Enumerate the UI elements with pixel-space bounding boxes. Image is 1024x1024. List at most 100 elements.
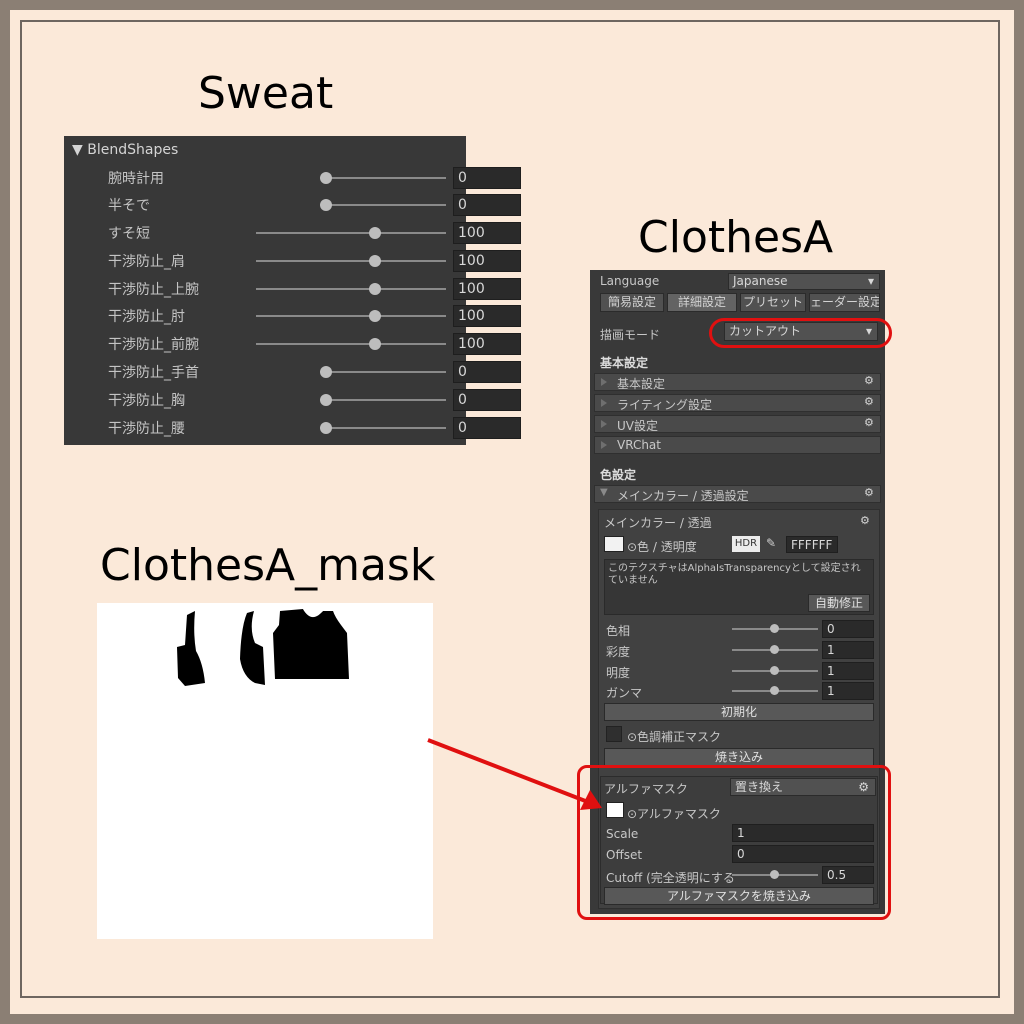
blendshape-slider[interactable]: [326, 177, 446, 179]
gear-icon[interactable]: ⚙: [864, 487, 874, 498]
hue-field[interactable]: 0: [822, 620, 874, 638]
brightness-field[interactable]: 1: [822, 662, 874, 680]
slider-knob[interactable]: [320, 172, 332, 184]
blendshape-row: 干渉防止_肩 100: [64, 248, 521, 274]
blendshape-label: 腕時計用: [108, 171, 164, 187]
blendshape-row: 干渉防止_肘 100: [64, 303, 521, 329]
blendshape-value[interactable]: 0: [453, 361, 521, 383]
slider-knob[interactable]: [369, 283, 381, 295]
slider-knob[interactable]: [770, 645, 779, 654]
sweat-title: Sweat: [198, 68, 334, 119]
autofix-button[interactable]: 自動修正: [808, 594, 870, 612]
blendshape-slider[interactable]: [326, 204, 446, 206]
blendshape-label: 干渉防止_肩: [108, 254, 185, 270]
basic-settings-foldout[interactable]: 基本設定 ⚙: [594, 373, 881, 391]
blendshape-slider[interactable]: [326, 427, 446, 429]
main-color-foldout[interactable]: ▼ メインカラー / 透過設定 ⚙: [594, 485, 881, 503]
expand-arrow-icon: [601, 378, 607, 386]
tab-preset[interactable]: プリセット: [740, 293, 806, 312]
expand-arrow-icon: [601, 441, 607, 449]
slider-knob[interactable]: [369, 310, 381, 322]
vrchat-foldout[interactable]: VRChat: [594, 436, 881, 454]
slider-knob[interactable]: [369, 255, 381, 267]
blendshape-label: 干渉防止_前腕: [108, 337, 199, 353]
blendshapes-foldout[interactable]: ▼ BlendShapes: [72, 142, 178, 158]
blendshape-slider[interactable]: [326, 371, 446, 373]
uv-settings-foldout[interactable]: UV設定 ⚙: [594, 415, 881, 433]
slider-knob[interactable]: [320, 366, 332, 378]
blendshape-value[interactable]: 0: [453, 167, 521, 189]
gamma-label: ガンマ: [606, 686, 643, 700]
clothes-title: ClothesA: [638, 212, 834, 263]
gear-icon[interactable]: ⚙: [864, 375, 874, 386]
blendshape-value[interactable]: 0: [453, 194, 521, 216]
annotation-arrow-icon: [427, 738, 602, 810]
blendshape-value[interactable]: 100: [453, 333, 521, 355]
blendshape-value[interactable]: 0: [453, 389, 521, 411]
slider-knob[interactable]: [320, 422, 332, 434]
bake-button[interactable]: 焼き込み: [604, 748, 874, 766]
expand-arrow-icon: [601, 399, 607, 407]
blendshape-value[interactable]: 100: [453, 305, 521, 327]
blendshape-row: 干渉防止_腰 0: [64, 415, 521, 441]
tab-advanced[interactable]: 詳細設定: [667, 293, 737, 312]
saturation-field[interactable]: 1: [822, 641, 874, 659]
blendshape-label: 干渉防止_腰: [108, 421, 185, 437]
blendshape-label: 干渉防止_上腕: [108, 282, 199, 298]
mask-title: ClothesA_mask: [100, 540, 436, 591]
slider-knob[interactable]: [770, 666, 779, 675]
foldout-arrow-icon: ▼: [72, 142, 83, 158]
gear-icon[interactable]: ⚙: [864, 417, 874, 428]
blendshape-slider[interactable]: [256, 232, 446, 234]
expand-arrow-icon: [601, 420, 607, 428]
blendshape-slider[interactable]: [256, 288, 446, 290]
slider-knob[interactable]: [320, 394, 332, 406]
blendshape-label: 干渉防止_手首: [108, 365, 199, 381]
blendshapes-header: BlendShapes: [87, 142, 179, 158]
blendshape-value[interactable]: 100: [453, 250, 521, 272]
saturation-label: 彩度: [606, 645, 631, 659]
reset-button[interactable]: 初期化: [604, 703, 874, 721]
blendshape-slider[interactable]: [256, 343, 446, 345]
foldout-label: 基本設定: [617, 377, 666, 391]
render-mode-label: 描画モード: [600, 328, 661, 342]
mask-shapes: [177, 609, 349, 686]
blendshape-label: すそ短: [108, 226, 150, 242]
gear-icon[interactable]: ⚙: [860, 515, 870, 526]
blendshape-slider[interactable]: [256, 315, 446, 317]
texture-thumbnail[interactable]: [604, 536, 624, 552]
collapse-arrow-icon: ▼: [600, 487, 608, 498]
chevron-down-icon: ▾: [867, 274, 874, 288]
foldout-label: VRChat: [617, 438, 661, 452]
hue-label: 色相: [606, 624, 631, 638]
render-mode-highlight: [709, 318, 892, 348]
slider-knob[interactable]: [770, 686, 779, 695]
blendshape-slider[interactable]: [256, 260, 446, 262]
slider-knob[interactable]: [369, 227, 381, 239]
gear-icon[interactable]: ⚙: [864, 396, 874, 407]
gamma-field[interactable]: 1: [822, 682, 874, 700]
color-settings-header: 色設定: [600, 468, 637, 482]
brightness-label: 明度: [606, 666, 631, 680]
hdr-badge[interactable]: HDR: [732, 536, 760, 552]
blendshape-slider[interactable]: [326, 399, 446, 401]
blendshape-value[interactable]: 100: [453, 278, 521, 300]
slider-knob[interactable]: [369, 338, 381, 350]
warning-text: このテクスチャはAlphaIsTransparencyとして設定されていません: [608, 563, 861, 586]
blendshape-value[interactable]: 100: [453, 222, 521, 244]
blendshape-row: 腕時計用 0: [64, 165, 521, 191]
slider-knob[interactable]: [320, 199, 332, 211]
blendshape-value[interactable]: 0: [453, 417, 521, 439]
basic-settings-header: 基本設定: [600, 356, 649, 370]
slider-knob[interactable]: [770, 624, 779, 633]
main-color-sub-label: メインカラー / 透過: [604, 516, 712, 530]
eyedropper-icon[interactable]: ✎: [766, 536, 776, 550]
color-hex-field[interactable]: FFFFFF: [786, 536, 838, 553]
lighting-settings-foldout[interactable]: ライティング設定 ⚙: [594, 394, 881, 412]
tab-simple[interactable]: 簡易設定: [600, 293, 664, 312]
tab-shader-settings[interactable]: ェーダー設定: [809, 293, 880, 312]
foldout-label: ライティング設定: [617, 398, 713, 412]
language-dropdown[interactable]: Japanese ▾: [728, 273, 880, 290]
blendshape-row: 干渉防止_前腕 100: [64, 331, 521, 357]
alpha-mask-highlight: [577, 765, 891, 920]
